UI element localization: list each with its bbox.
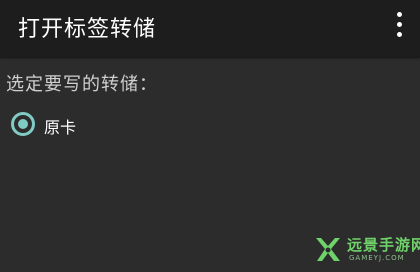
select-dump-prompt: 选定要写的转储：	[6, 74, 158, 95]
overflow-dot	[397, 22, 402, 27]
overflow-dot	[397, 12, 402, 17]
option-label: 原卡	[44, 118, 77, 137]
watermark-domain: GAMEYJ.COM	[349, 254, 405, 262]
radio-selected-dot	[18, 119, 28, 129]
watermark-name: 远景手游网	[347, 236, 420, 254]
app-bar: 打开标签转储	[0, 0, 420, 57]
watermark-logo-icon	[316, 238, 340, 261]
overflow-dot	[397, 32, 402, 37]
watermark: 远景手游网 GAMEYJ.COM	[313, 232, 420, 268]
radio-button-checked-icon[interactable]	[11, 112, 35, 136]
more-vert-icon[interactable]	[388, 10, 412, 40]
radio-option-original-card[interactable]: 原卡	[10, 112, 130, 138]
app-window: 打开标签转储 选定要写的转储： 原卡 远景手游网 GAMEYJ.COM	[0, 0, 420, 272]
page-title: 打开标签转储	[18, 17, 157, 42]
